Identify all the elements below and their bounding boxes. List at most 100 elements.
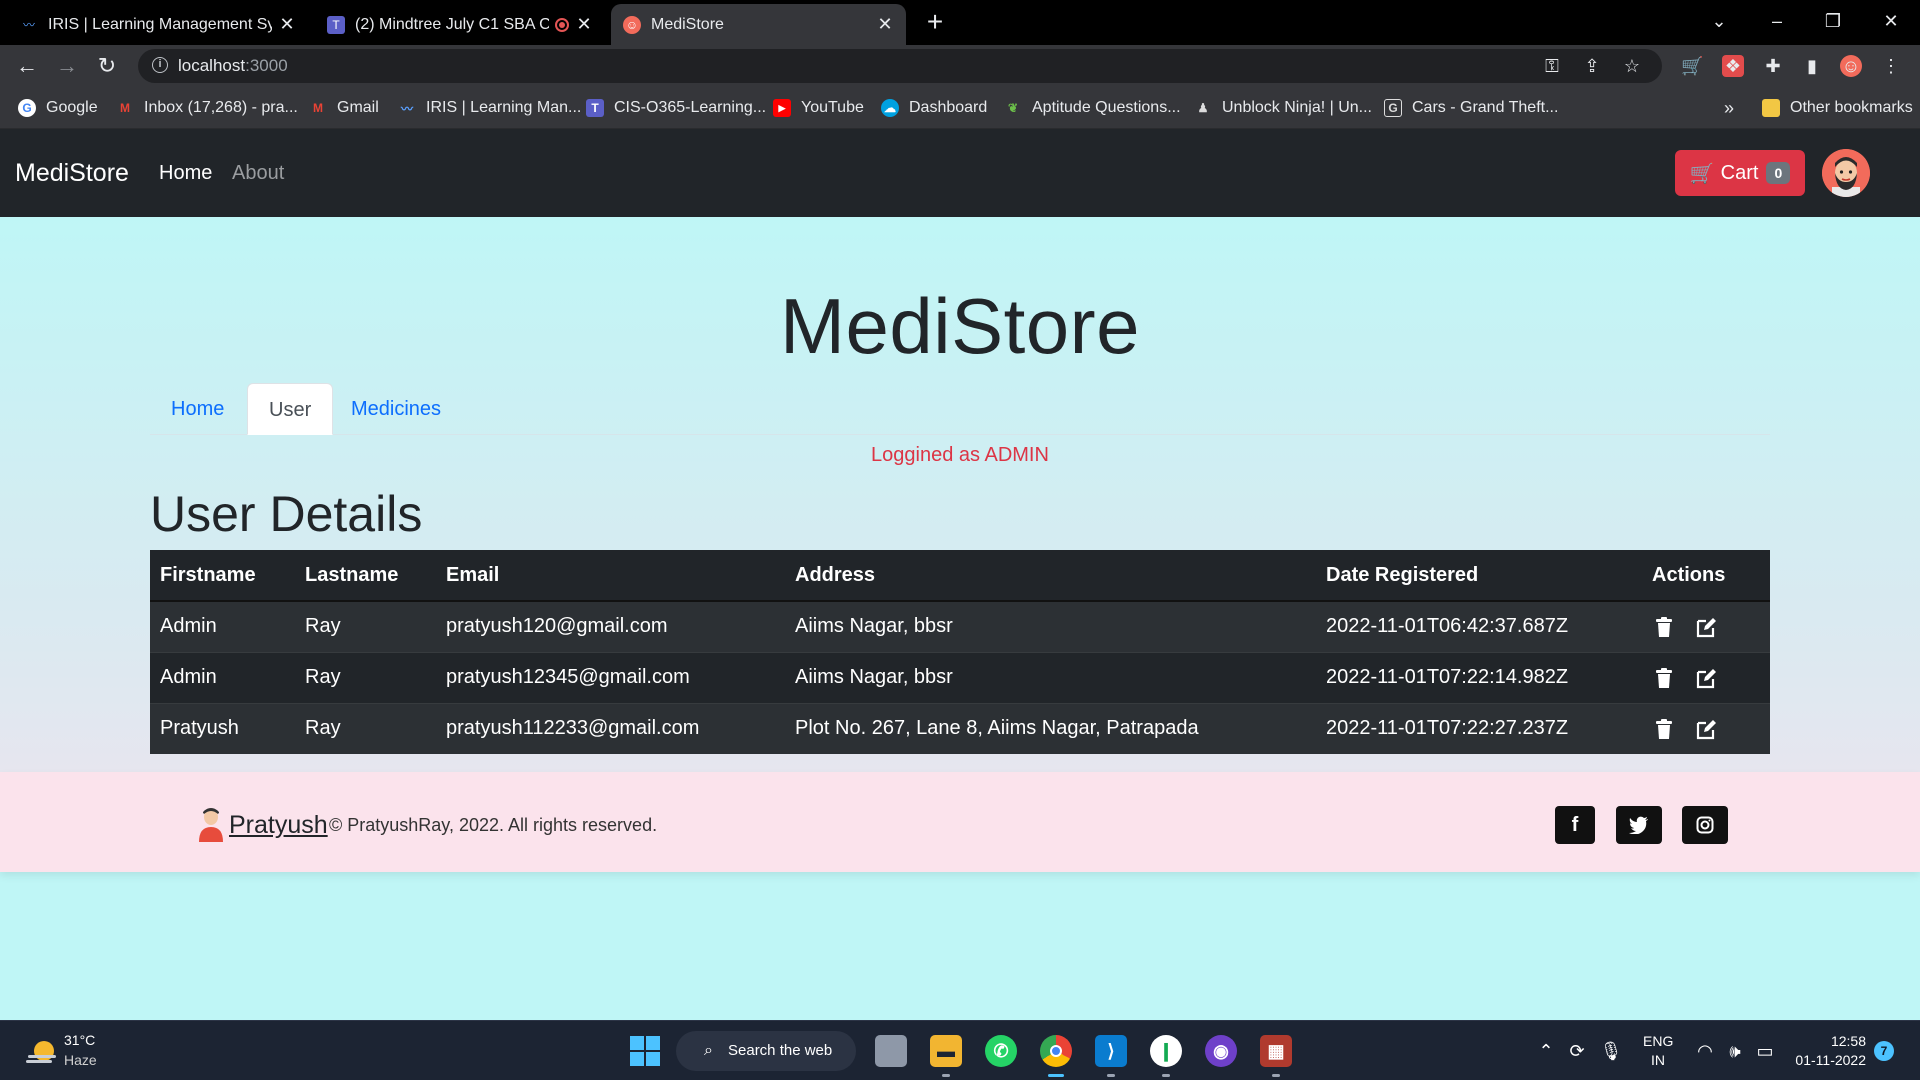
- recording-icon: [555, 17, 569, 32]
- reload-icon[interactable]: ↻: [92, 51, 122, 81]
- winrar-icon[interactable]: ▦: [1260, 1035, 1292, 1067]
- github-desktop-icon[interactable]: ◉: [1205, 1035, 1237, 1067]
- tab-search-chevron-icon[interactable]: ⌄: [1699, 4, 1739, 38]
- windows-start-icon[interactable]: [630, 1036, 660, 1066]
- cell-address: Aiims Nagar, bbsr: [785, 651, 1316, 703]
- browser-toolbar: ← → ↻ i localhost:3000 ⚿ ⇪ ☆ 🛒 ❖ ✚ ▮ ☺ ⋮: [0, 45, 1920, 87]
- bookmarks-bar: G Google M Inbox (17,268) - pra... M Gmail …: [0, 87, 1920, 129]
- minimize-button[interactable]: –: [1757, 4, 1797, 38]
- bookmark-google[interactable]: G Google: [18, 87, 98, 129]
- cell-actions: [1642, 651, 1770, 703]
- bookmark-gmail[interactable]: M Gmail: [309, 87, 379, 129]
- browser-tab-teams[interactable]: T (2) Mindtree July C1 SBA Call ✕: [315, 4, 605, 45]
- task-view-icon[interactable]: [875, 1035, 907, 1067]
- twitter-icon[interactable]: [1616, 806, 1662, 844]
- tab-user[interactable]: User: [247, 383, 334, 435]
- edit-pencil-icon[interactable]: [1694, 615, 1718, 639]
- bookmark-cars-gta[interactable]: G Cars - Grand Theft...: [1384, 87, 1558, 129]
- file-explorer-icon[interactable]: ▬: [930, 1035, 962, 1067]
- weather-haze-icon[interactable]: [24, 1033, 60, 1069]
- address-bar[interactable]: i localhost:3000 ⚿ ⇪ ☆: [138, 49, 1662, 83]
- tab-home[interactable]: Home: [150, 383, 245, 435]
- edit-pencil-icon[interactable]: [1694, 666, 1718, 690]
- vscode-icon[interactable]: ⟩: [1095, 1035, 1127, 1067]
- cell-lastname: Ray: [295, 651, 436, 703]
- folder-icon: [1762, 99, 1780, 117]
- bookmark-label: YouTube: [801, 99, 864, 116]
- site-info-icon[interactable]: i: [152, 57, 168, 73]
- bookmark-label: Aptitude Questions...: [1032, 99, 1181, 116]
- menu-kebab-icon[interactable]: ⋮: [1880, 55, 1902, 77]
- profile-avatar-icon[interactable]: ☺: [1840, 55, 1862, 77]
- close-window-button[interactable]: ✕: [1871, 4, 1911, 38]
- back-arrow-icon[interactable]: ←: [12, 51, 42, 81]
- navbar-brand[interactable]: MediStore: [15, 129, 129, 217]
- more-bookmarks-button[interactable]: »: [1724, 87, 1734, 129]
- nav-link-about[interactable]: About: [232, 129, 284, 217]
- bookmark-label: Gmail: [337, 99, 379, 116]
- iris-icon: 〰: [22, 18, 35, 32]
- more-bookmarks-label: »: [1724, 97, 1735, 118]
- browser-tab-strip: 〰 IRIS | Learning Management System ✕ T …: [0, 0, 1920, 45]
- wifi-icon[interactable]: ◠: [1692, 1021, 1718, 1080]
- bookmark-dashboard[interactable]: ☁ Dashboard: [881, 87, 987, 129]
- bookmark-aptitude[interactable]: ❦ Aptitude Questions...: [1004, 87, 1181, 129]
- cart-extension-icon[interactable]: 🛒: [1681, 55, 1703, 77]
- bookmark-unblock-ninja[interactable]: ♟ Unblock Ninja! | Un...: [1194, 87, 1372, 129]
- taskbar-search-box[interactable]: ⌕ Search the web: [676, 1031, 856, 1071]
- close-tab-icon[interactable]: ✕: [278, 14, 296, 35]
- delete-trash-icon[interactable]: [1652, 666, 1676, 690]
- facebook-icon[interactable]: f: [1555, 806, 1595, 844]
- table-row: Admin Ray pratyush12345@gmail.com Aiims …: [150, 651, 1770, 703]
- extension-red-icon[interactable]: ❖: [1722, 55, 1744, 77]
- instagram-icon[interactable]: [1682, 806, 1728, 844]
- footer-name-link[interactable]: Pratyush: [229, 772, 328, 878]
- cart-button[interactable]: 🛒 Cart 0: [1675, 150, 1805, 196]
- system-clock[interactable]: 12:58 01-11-2022: [1790, 1032, 1866, 1070]
- show-hidden-icons-chevron-icon[interactable]: ⌃: [1533, 1021, 1559, 1080]
- table-row: Admin Ray pratyush120@gmail.com Aiims Na…: [150, 600, 1770, 652]
- delete-trash-icon[interactable]: [1652, 615, 1676, 639]
- key-icon[interactable]: ⚿: [1537, 49, 1567, 83]
- forward-arrow-icon[interactable]: →: [52, 51, 82, 81]
- close-tab-icon[interactable]: ✕: [876, 14, 894, 35]
- language-indicator[interactable]: ENG IN: [1643, 1032, 1673, 1070]
- user-avatar[interactable]: [1822, 149, 1870, 197]
- bookmark-iris[interactable]: 〰 IRIS | Learning Man...: [398, 87, 581, 129]
- tab-title: IRIS | Learning Management System: [48, 15, 272, 33]
- bookmark-label: Google: [46, 99, 98, 116]
- restore-button[interactable]: ❐: [1813, 4, 1853, 38]
- main-content: MediStore Home User Medicines Loggined a…: [0, 217, 1920, 772]
- notification-badge[interactable]: 7: [1874, 1041, 1894, 1061]
- microphone-icon[interactable]: 🎙: [1598, 1021, 1624, 1080]
- page-title-light: Details: [269, 486, 423, 542]
- close-tab-icon[interactable]: ✕: [575, 14, 593, 35]
- sync-icon[interactable]: ⟳: [1564, 1021, 1590, 1080]
- bookmark-label: Cars - Grand Theft...: [1412, 99, 1559, 116]
- delete-trash-icon[interactable]: [1652, 717, 1676, 741]
- browser-tab-iris[interactable]: 〰 IRIS | Learning Management System ✕: [8, 4, 308, 45]
- table-row: Pratyush Ray pratyush112233@gmail.com Pl…: [150, 702, 1770, 754]
- bookmark-star-icon[interactable]: ☆: [1617, 49, 1647, 83]
- whatsapp-icon[interactable]: ✆: [985, 1035, 1017, 1067]
- bookmark-inbox[interactable]: M Inbox (17,268) - pra...: [116, 87, 298, 129]
- side-panel-icon[interactable]: ▮: [1801, 55, 1823, 77]
- edit-pencil-icon[interactable]: [1694, 717, 1718, 741]
- bookmark-label: Other bookmarks: [1790, 99, 1913, 116]
- gta-icon: G: [1384, 99, 1402, 117]
- extensions-puzzle-icon[interactable]: ✚: [1762, 55, 1784, 77]
- battery-icon[interactable]: ▭: [1752, 1021, 1778, 1080]
- chrome-icon[interactable]: [1040, 1035, 1072, 1067]
- browser-tab-medistore[interactable]: ☺ MediStore ✕: [611, 4, 906, 45]
- nav-link-home[interactable]: Home: [159, 129, 212, 217]
- other-bookmarks[interactable]: Other bookmarks: [1762, 87, 1913, 129]
- column-header-lastname: Lastname: [295, 550, 436, 602]
- bookmark-youtube[interactable]: ▶ YouTube: [773, 87, 864, 129]
- bookmark-cis[interactable]: T CIS-O365-Learning...: [586, 87, 766, 129]
- volume-icon[interactable]: 🕪: [1722, 1021, 1748, 1080]
- language-code: ENG: [1643, 1033, 1674, 1049]
- new-tab-button[interactable]: +: [920, 6, 950, 38]
- tab-medicines[interactable]: Medicines: [330, 383, 462, 435]
- share-icon[interactable]: ⇪: [1577, 49, 1607, 83]
- mongodb-compass-icon[interactable]: ❙: [1150, 1035, 1182, 1067]
